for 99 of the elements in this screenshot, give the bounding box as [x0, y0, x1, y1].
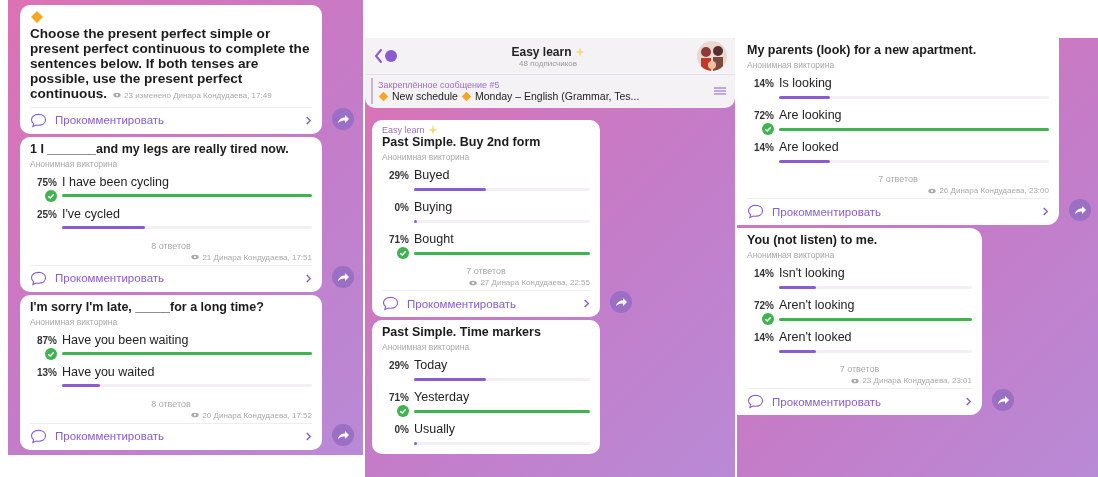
chevron-icon [305, 114, 312, 126]
poll-type: Анонимная викторина [747, 250, 836, 260]
speech-bubble-icon [30, 270, 47, 286]
sparkle-icon [427, 125, 438, 135]
speech-bubble-icon [30, 112, 47, 128]
poll-type: Анонимная викторина [747, 60, 836, 70]
poll-option: Bought [414, 232, 454, 246]
poll-option: Aren't looked [779, 330, 852, 344]
chevron-icon [1042, 206, 1049, 217]
diamond-icon [378, 90, 389, 102]
poll-percent: 71% [388, 234, 410, 245]
message-text: Choose the present perfect simple or present perfect continuous to complete the sentences below. If both tenses are possible, use the present perfect continuous. 23 изменено Динара Кондудаева, 17:49 [30, 26, 311, 103]
poll-question: You (not listen) to me. [747, 233, 879, 248]
poll-percent: 14% [753, 142, 775, 153]
eye-icon [928, 187, 937, 194]
poll-option: Have you waited [62, 364, 155, 379]
poll-option: Have you been waiting [62, 332, 189, 347]
poll-percent: 14% [753, 78, 775, 89]
answer-count: 8 ответов [150, 240, 192, 251]
poll-percent: 75% [36, 176, 58, 188]
poll-percent: 14% [753, 332, 775, 343]
poll-option: Are looking [779, 108, 842, 122]
pinned-label: Закреплённое сообщение #5 [378, 80, 501, 90]
poll-option: Aren't looking [779, 298, 855, 312]
comment-button[interactable]: Прокомментировать [30, 422, 312, 450]
share-button[interactable] [332, 107, 354, 130]
comment-button[interactable]: Прокомментировать [30, 106, 312, 134]
message-meta: 23 Динара Кондудаева, 23:01 [851, 376, 972, 385]
poll-option: Isn't looking [779, 266, 845, 280]
speech-bubble-icon [747, 394, 764, 409]
comment-button[interactable]: Прокомментировать [747, 388, 972, 415]
share-button[interactable] [332, 423, 354, 446]
eye-icon [113, 92, 122, 98]
comment-button[interactable]: Прокомментировать [747, 198, 1049, 225]
poll-percent: 72% [753, 300, 775, 311]
poll-option: Usually [414, 422, 455, 436]
poll-percent: 25% [36, 208, 58, 220]
poll-percent: 71% [388, 392, 410, 403]
poll-question: 1 I _______and my legs are really tired now. [30, 141, 290, 157]
message-meta: 23 изменено Динара Кондудаева, 17:49 [113, 87, 272, 103]
poll-question: My parents (look) for a new apartment. [747, 43, 978, 58]
chevron-icon [305, 430, 312, 442]
answer-count: 7 ответов [838, 364, 881, 374]
diamond-icon [460, 90, 472, 102]
sender-name: Easy learn [382, 125, 425, 135]
diamond-icon [30, 10, 44, 24]
pinned-message-bar[interactable]: Закреплённое сообщение #5 New schedule Monday – English (Grammar, Tes... [365, 74, 735, 108]
poll-percent: 0% [393, 424, 410, 435]
pinned-text: New schedule [392, 90, 458, 102]
answer-count: 7 ответов [465, 266, 507, 276]
speech-bubble-icon [382, 296, 399, 311]
poll-percent: 29% [388, 170, 410, 181]
eye-icon [469, 279, 478, 286]
poll-option: Are looked [779, 140, 839, 154]
poll-type: Анонимная викторина [30, 316, 119, 327]
poll-option: Buyed [414, 168, 450, 182]
poll-percent: 72% [753, 110, 775, 121]
chevron-icon [583, 298, 590, 309]
channel-title: Easy learn [511, 44, 572, 59]
sparkle-icon [574, 46, 585, 57]
chevron-icon [965, 396, 972, 407]
poll-percent: 87% [36, 334, 58, 346]
eye-icon [191, 412, 200, 418]
pinned-text: Monday – English (Grammar, Tes... [474, 90, 640, 102]
comment-button[interactable]: Прокомментировать [30, 264, 312, 292]
poll-question: I'm sorry I'm late, _____for a long time? [30, 299, 265, 315]
share-button[interactable] [610, 291, 632, 313]
comment-button[interactable]: Прокомментировать [382, 290, 590, 317]
share-button[interactable] [332, 265, 354, 288]
answer-count: 8 ответов [150, 398, 192, 409]
message-meta: 20 Динара Кондудаева, 17:52 [191, 410, 312, 420]
poll-type: Анонимная викторина [382, 152, 471, 162]
speech-bubble-icon [30, 428, 47, 444]
message-meta: 26 Динара Кондудаева, 23:00 [928, 186, 1049, 195]
poll-question: Past Simple. Time markers [382, 325, 542, 340]
message-meta: 27 Динара Кондудаева, 22:55 [469, 278, 590, 287]
poll-type: Анонимная викторина [30, 158, 119, 169]
chevron-icon [305, 272, 312, 284]
poll-option: I have been cycling [62, 174, 169, 189]
poll-percent: 29% [388, 360, 410, 371]
share-button[interactable] [1069, 199, 1091, 221]
message-meta: 21 Динара Кондудаева, 17:51 [191, 252, 312, 262]
poll-percent: 13% [36, 366, 58, 378]
poll-percent: 0% [393, 202, 410, 213]
poll-question: Past Simple. Buy 2nd form [382, 135, 542, 150]
back-icon[interactable] [373, 48, 399, 64]
poll-type: Анонимная викторина [382, 342, 471, 352]
poll-option: Yesterday [414, 390, 470, 404]
eye-icon [851, 377, 860, 384]
answer-count: 7 ответов [877, 174, 919, 184]
subscriber-count: 48 подписчиков [519, 58, 577, 68]
poll-option: Today [414, 358, 448, 372]
poll-option: Buying [414, 200, 453, 214]
share-button[interactable] [992, 389, 1014, 411]
poll-percent: 14% [753, 268, 775, 279]
poll-option: I've cycled [62, 206, 120, 221]
eye-icon [191, 254, 200, 260]
speech-bubble-icon [747, 204, 764, 219]
poll-option: Is looking [779, 76, 832, 90]
